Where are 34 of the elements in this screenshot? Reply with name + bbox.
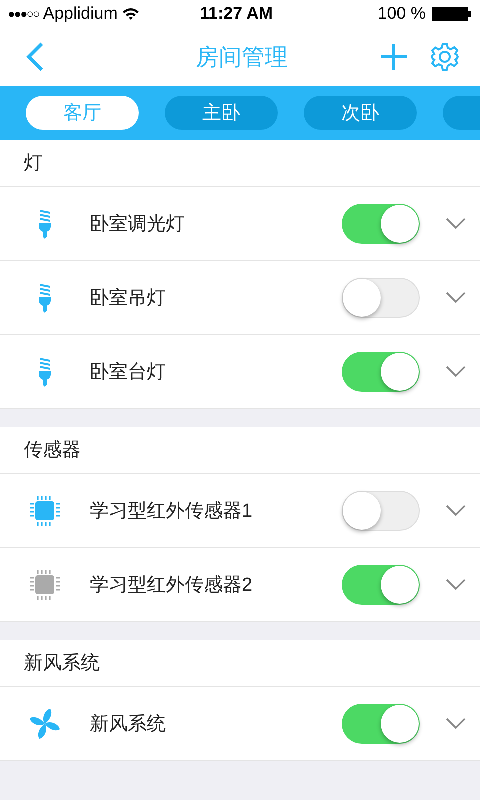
carrier-name: Applidium [43, 4, 118, 24]
page-title: 房间管理 [196, 42, 288, 72]
chevron-down-icon[interactable] [446, 578, 466, 590]
add-button[interactable] [380, 43, 408, 71]
wifi-icon [122, 7, 140, 21]
toggle-switch[interactable] [342, 704, 420, 744]
toggle-switch[interactable] [342, 564, 420, 604]
device-name: 学习型红外传感器1 [90, 500, 254, 524]
chevron-down-icon[interactable] [446, 292, 466, 304]
chevron-down-icon[interactable] [446, 504, 466, 516]
chevron-down-icon[interactable] [446, 366, 466, 378]
room-tab[interactable]: 次卧 [304, 96, 417, 130]
settings-button[interactable] [430, 42, 460, 72]
toggle-switch[interactable] [342, 352, 420, 392]
back-button[interactable] [24, 41, 46, 73]
device-name: 新风系统 [90, 712, 167, 736]
chevron-down-icon[interactable] [446, 218, 466, 230]
toggle-switch[interactable] [342, 278, 420, 318]
battery-icon [432, 7, 472, 21]
room-tab[interactable]: 主卧 [165, 96, 278, 130]
device-name: 卧室吊灯 [90, 286, 167, 310]
device-name: 卧室台灯 [90, 360, 167, 384]
chevron-down-icon[interactable] [446, 718, 466, 730]
clock-time: 11:27 AM [200, 4, 274, 24]
device-name: 学习型红外传感器2 [90, 574, 254, 598]
battery-percent: 100 % [378, 4, 426, 24]
toggle-switch[interactable] [342, 490, 420, 530]
signal-strength: ●●●○○ [8, 7, 40, 21]
section-header: 传感器 [0, 427, 480, 474]
toggle-switch[interactable] [342, 204, 420, 244]
device-name: 卧室调光灯 [90, 212, 186, 236]
room-tab[interactable]: 客厅 [26, 96, 139, 130]
section-header: 新风系统 [0, 640, 480, 687]
section-header: 灯 [0, 140, 480, 187]
